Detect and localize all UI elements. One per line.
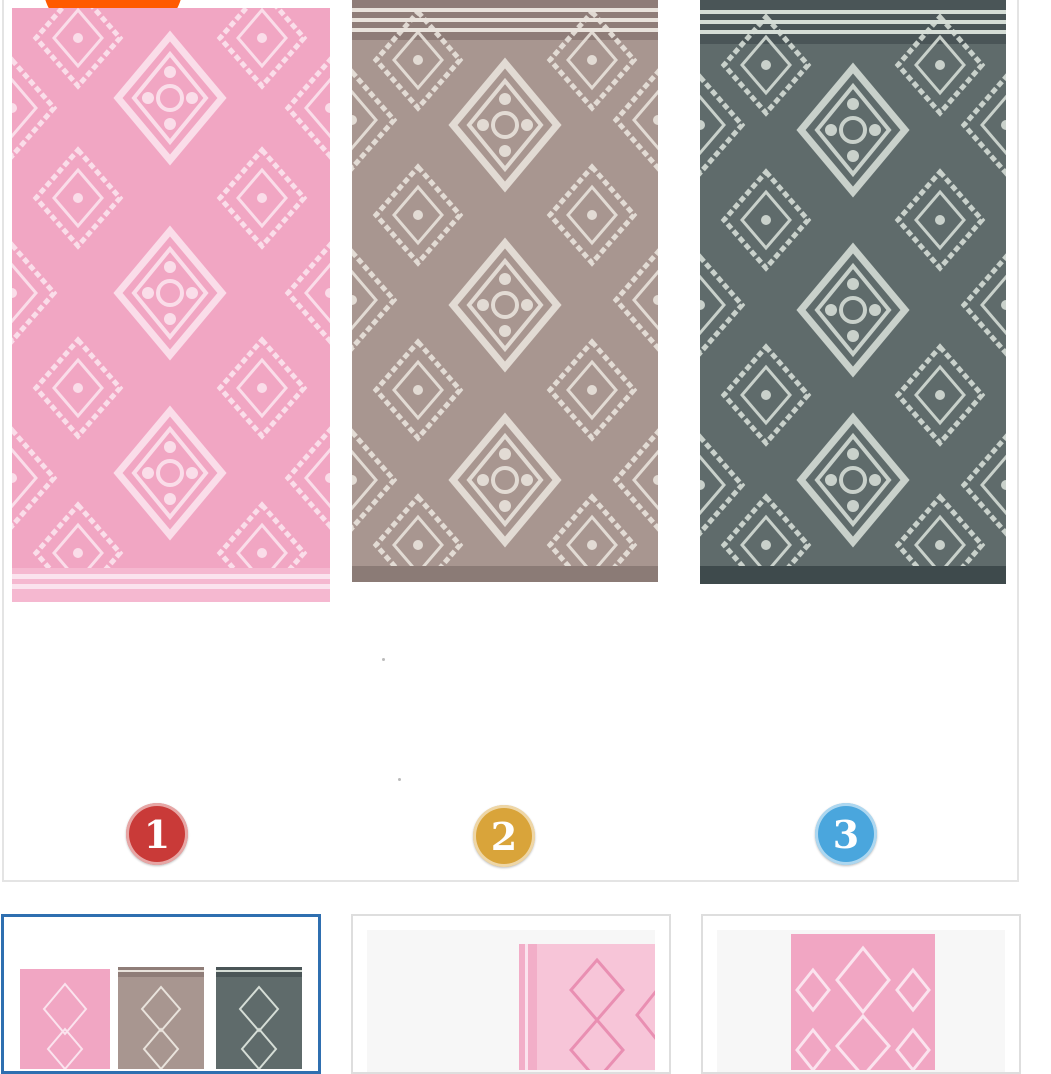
speck xyxy=(398,778,401,781)
number-badge-3: 3 xyxy=(815,803,877,865)
towel-slate-image xyxy=(700,0,1006,584)
towel-taupe-image xyxy=(352,0,658,582)
thumbnail-pink-flat[interactable] xyxy=(701,914,1021,1074)
thumbnail-pink-folded-image xyxy=(367,930,655,1072)
number-badge-2: 2 xyxy=(473,805,535,867)
towel-pink-image xyxy=(12,8,330,602)
product-main-image[interactable]: 1 2 3 xyxy=(2,0,1019,882)
number-badge-1: 1 xyxy=(126,803,188,865)
thumbnail-pink-folded[interactable] xyxy=(351,914,671,1074)
thumbnail-all-colors-image xyxy=(20,967,302,1071)
thumbnail-all-colors[interactable] xyxy=(1,914,321,1074)
thumbnail-pink-flat-image xyxy=(717,930,1005,1072)
speck xyxy=(382,658,385,661)
